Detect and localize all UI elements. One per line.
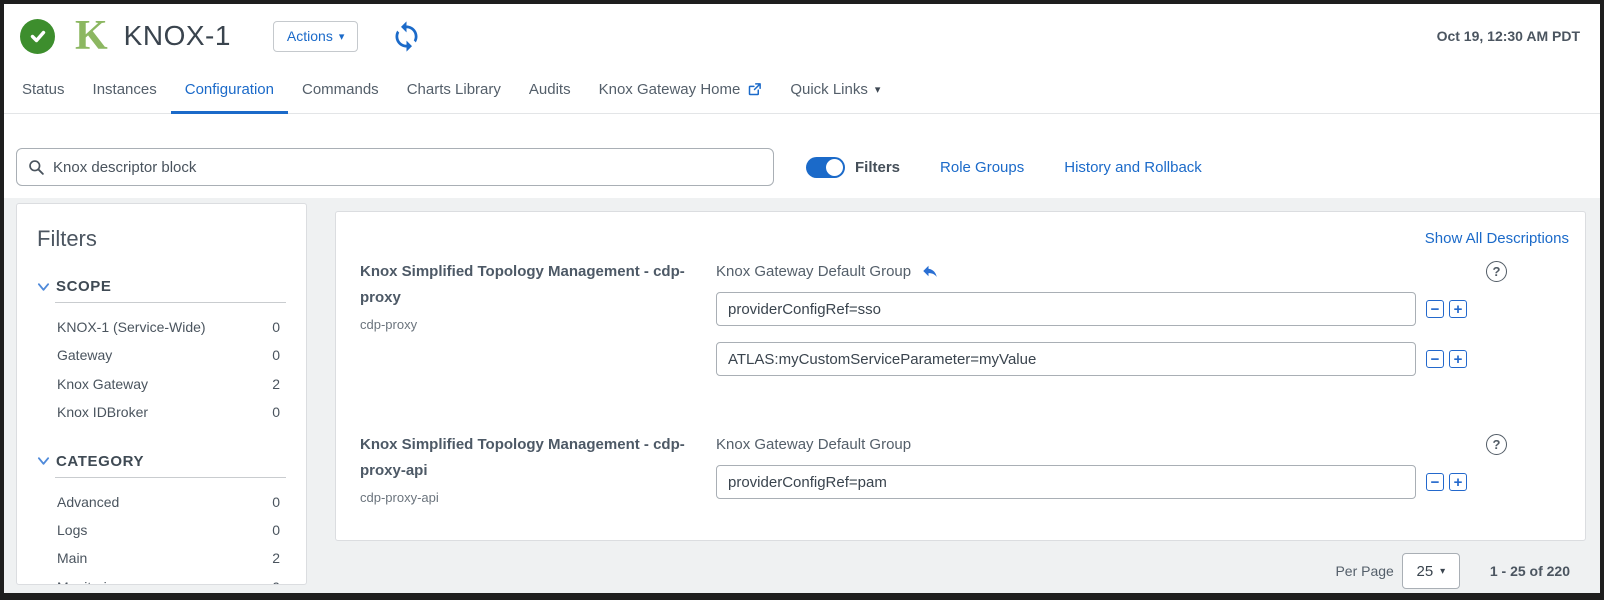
- config-property-cdp-proxy-api: Knox Simplified Topology Management - cd…: [360, 432, 1569, 515]
- property-value-column: Knox Gateway Default Group − +: [716, 259, 1467, 392]
- refresh-button[interactable]: [388, 18, 424, 54]
- config-value-input[interactable]: [716, 465, 1416, 499]
- external-link-icon: [749, 83, 762, 96]
- filter-section-scope: SCOPE KNOX-1 (Service-Wide) 0 Gateway 0 …: [37, 278, 286, 427]
- filter-item-service-wide[interactable]: KNOX-1 (Service-Wide) 0: [37, 313, 286, 341]
- current-time: Oct 19, 12:30 AM PDT: [1436, 28, 1580, 44]
- filter-item-logs[interactable]: Logs 0: [37, 516, 286, 544]
- service-header: K KNOX-1 Actions ▾ Oct 19, 12:30 AM PDT: [4, 4, 1600, 68]
- add-value-button[interactable]: +: [1449, 350, 1467, 368]
- add-value-button[interactable]: +: [1449, 473, 1467, 491]
- filter-count: 0: [272, 404, 280, 421]
- role-groups-link[interactable]: Role Groups: [940, 159, 1024, 176]
- filter-section-category: CATEGORY Advanced 0 Logs 0 Main 2 Monito…: [37, 453, 286, 584]
- config-column: Show All Descriptions Knox Simplified To…: [335, 211, 1586, 591]
- tab-audits[interactable]: Audits: [515, 68, 585, 114]
- property-key: cdp-proxy: [360, 317, 418, 332]
- filter-section-category-header[interactable]: CATEGORY: [37, 453, 286, 470]
- toggle-knob: [826, 158, 843, 176]
- filters-toggle[interactable]: [806, 156, 845, 178]
- tab-status[interactable]: Status: [8, 68, 79, 114]
- history-rollback-link[interactable]: History and Rollback: [1064, 159, 1202, 176]
- filter-count: 0: [272, 576, 280, 584]
- tab-quick-links[interactable]: Quick Links ▾: [776, 68, 894, 114]
- role-group-label: Knox Gateway Default Group: [716, 262, 912, 280]
- property-key: cdp-proxy-api: [360, 490, 439, 505]
- filter-item-gateway[interactable]: Gateway 0: [37, 341, 286, 369]
- content-area: Filters SCOPE KNOX-1 (Service-Wide) 0 Ga…: [4, 198, 1600, 593]
- divider: [55, 476, 286, 478]
- chevron-down-icon: ▾: [338, 30, 345, 43]
- property-name-column: Knox Simplified Topology Management - cd…: [360, 259, 716, 392]
- filter-item-advanced[interactable]: Advanced 0: [37, 488, 286, 516]
- filters-panel-title: Filters: [37, 226, 97, 251]
- knox-logo: K: [75, 13, 108, 59]
- search-input[interactable]: [53, 158, 762, 176]
- property-title: Knox Simplified Topology Management - cd…: [360, 263, 685, 306]
- filters-panel: Filters SCOPE KNOX-1 (Service-Wide) 0 Ga…: [16, 203, 307, 585]
- filter-count: 0: [272, 521, 280, 538]
- page-title: KNOX-1: [123, 20, 231, 51]
- tab-knox-gateway-home[interactable]: Knox Gateway Home: [585, 68, 777, 114]
- add-value-button[interactable]: +: [1449, 300, 1467, 318]
- divider: [55, 302, 286, 303]
- search-toolbar: Filters Role Groups History and Rollback: [4, 114, 1600, 198]
- config-property-cdp-proxy: Knox Simplified Topology Management - cd…: [360, 259, 1569, 392]
- chevron-down-icon: [37, 282, 50, 291]
- help-icon[interactable]: ?: [1486, 261, 1507, 282]
- pagination-range: 1 - 25 of 220: [1489, 563, 1570, 579]
- config-search-box[interactable]: [16, 148, 774, 186]
- property-title: Knox Simplified Topology Management - cd…: [360, 436, 685, 479]
- refresh-icon: [395, 20, 418, 52]
- filter-item-knox-gateway[interactable]: Knox Gateway 2: [37, 370, 286, 398]
- property-value-column: Knox Gateway Default Group − +: [716, 432, 1467, 515]
- tab-bar: Status Instances Configuration Commands …: [4, 68, 1600, 114]
- search-icon: [29, 159, 44, 175]
- remove-value-button[interactable]: −: [1426, 300, 1444, 318]
- filter-count: 0: [272, 347, 280, 364]
- tab-configuration[interactable]: Configuration: [170, 68, 288, 114]
- filter-count: 2: [272, 550, 280, 567]
- filter-count: 0: [272, 493, 280, 510]
- config-value-input[interactable]: [716, 342, 1416, 376]
- filter-count: 0: [272, 319, 280, 335]
- tab-instances[interactable]: Instances: [79, 68, 171, 114]
- knox-configuration-page: K KNOX-1 Actions ▾ Oct 19, 12:30 AM PDT …: [0, 0, 1604, 600]
- filter-item-knox-idbroker[interactable]: Knox IDBroker 0: [37, 398, 286, 426]
- filter-section-scope-header[interactable]: SCOPE: [37, 278, 286, 295]
- property-name-column: Knox Simplified Topology Management - cd…: [360, 432, 716, 515]
- filter-count: 2: [272, 375, 280, 392]
- tab-commands[interactable]: Commands: [288, 68, 393, 114]
- filter-item-monitoring[interactable]: Monitoring 0: [37, 573, 286, 584]
- reset-to-default-icon[interactable]: [921, 262, 939, 280]
- chevron-down-icon: [37, 457, 50, 465]
- chevron-down-icon: ▾: [874, 84, 881, 96]
- config-value-input[interactable]: [716, 292, 1416, 326]
- remove-value-button[interactable]: −: [1426, 350, 1444, 368]
- chevron-down-icon: ▾: [1440, 565, 1446, 577]
- actions-button[interactable]: Actions ▾: [272, 20, 359, 52]
- role-group-label: Knox Gateway Default Group: [716, 435, 912, 453]
- filter-item-main[interactable]: Main 2: [37, 544, 286, 572]
- config-properties-panel: Show All Descriptions Knox Simplified To…: [335, 211, 1586, 541]
- per-page-select[interactable]: 25 ▾: [1401, 553, 1460, 589]
- tab-charts-library[interactable]: Charts Library: [393, 68, 515, 114]
- remove-value-button[interactable]: −: [1426, 473, 1444, 491]
- filters-toggle-label: Filters: [855, 158, 901, 176]
- help-icon[interactable]: ?: [1486, 434, 1507, 455]
- show-all-descriptions-link[interactable]: Show All Descriptions: [1425, 230, 1569, 247]
- pagination-bar: Per Page 25 ▾ 1 - 25 of 220: [335, 551, 1586, 591]
- health-check-icon: [20, 18, 55, 54]
- per-page-label: Per Page: [1335, 563, 1394, 579]
